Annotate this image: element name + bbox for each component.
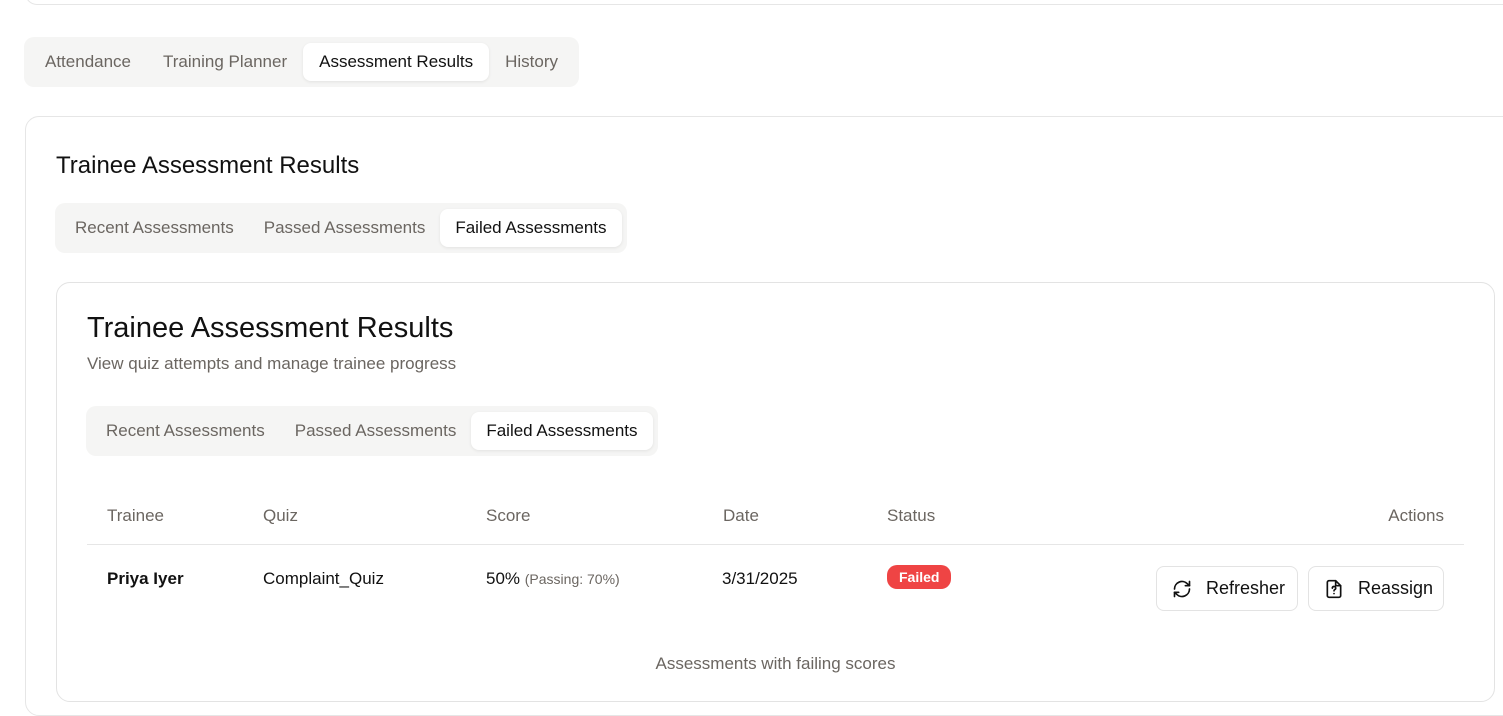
passing-threshold: (Passing: 70%) — [524, 571, 620, 587]
file-question-icon — [1324, 579, 1344, 599]
refresher-button-label: Refresher — [1206, 578, 1286, 598]
assessment-date: 3/31/2025 — [722, 569, 798, 588]
table-row: Priya Iyer Complaint_Quiz 50% (Passing: … — [87, 490, 1464, 673]
card-tab-passed-assessments[interactable]: Passed Assessments — [280, 412, 472, 450]
trainee-name: Priya Iyer — [107, 569, 184, 588]
refresher-button[interactable]: Refresher — [1156, 566, 1298, 611]
results-card-tabs: Recent Assessments Passed Assessments Fa… — [86, 406, 658, 456]
results-card-title: Trainee Assessment Results — [87, 312, 454, 344]
tab-recent-assessments[interactable]: Recent Assessments — [60, 209, 249, 247]
table-caption: Assessments with failing scores — [655, 654, 896, 673]
tab-attendance[interactable]: Attendance — [29, 43, 147, 81]
section-title: Trainee Assessment Results — [56, 152, 360, 179]
score-value: 50% — [486, 569, 521, 588]
card-tab-recent-assessments[interactable]: Recent Assessments — [91, 412, 280, 450]
results-card-subtitle: View quiz attempts and manage trainee pr… — [87, 354, 457, 373]
reassign-button-label: Reassign — [1358, 578, 1434, 598]
tab-history[interactable]: History — [489, 43, 574, 81]
refresh-icon — [1172, 579, 1192, 599]
status-badge: Failed — [887, 565, 952, 589]
score-cell: 50% (Passing: 70%) — [486, 569, 620, 589]
main-tabs: Attendance Training Planner Assessment R… — [24, 37, 580, 87]
section-tabs: Recent Assessments Passed Assessments Fa… — [55, 203, 627, 253]
quiz-name: Complaint_Quiz — [263, 569, 384, 588]
reassign-button[interactable]: Reassign — [1308, 566, 1444, 611]
card-tab-failed-assessments[interactable]: Failed Assessments — [471, 412, 653, 450]
tab-passed-assessments[interactable]: Passed Assessments — [249, 209, 441, 247]
failed-assessments-table: Trainee Quiz Score Date Status Actions P… — [87, 490, 1464, 673]
tab-training-planner[interactable]: Training Planner — [147, 43, 303, 81]
top-card — [25, 0, 1503, 5]
tab-assessment-results[interactable]: Assessment Results — [303, 43, 490, 81]
tab-failed-assessments[interactable]: Failed Assessments — [440, 209, 622, 247]
